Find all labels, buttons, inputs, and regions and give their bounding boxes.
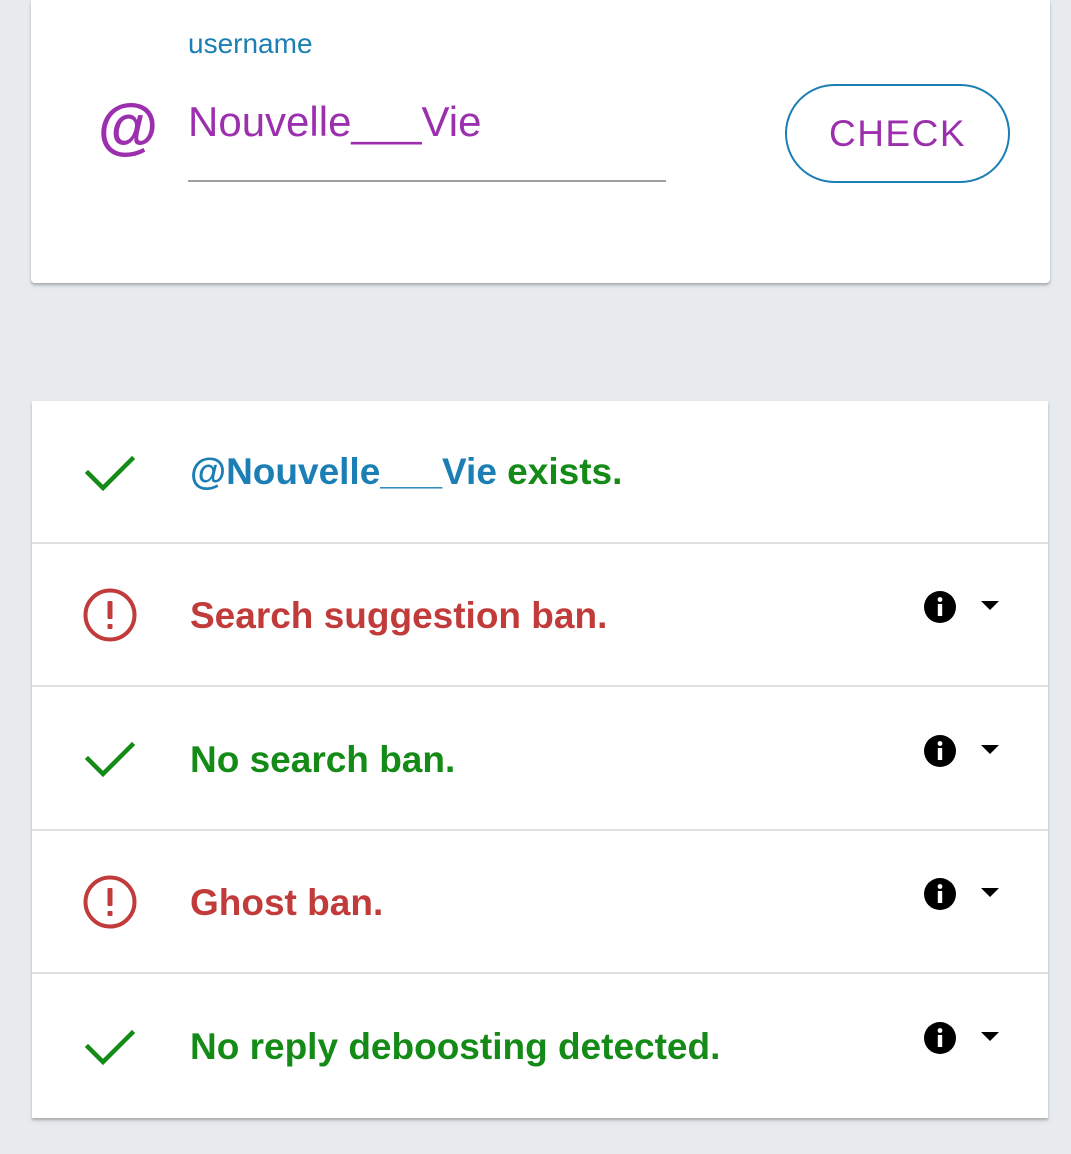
result-row-search-ban[interactable]: No search ban. [32, 688, 1048, 831]
result-row-search-suggestion-ban[interactable]: Search suggestion ban. [32, 544, 1048, 687]
info-icon[interactable] [923, 877, 957, 911]
result-row-exists: @Nouvelle___Vie exists. [32, 401, 1048, 544]
at-sign-icon: @ [96, 93, 158, 162]
info-icon[interactable] [923, 1021, 957, 1055]
chevron-down-icon[interactable] [980, 600, 1000, 612]
info-icon[interactable] [923, 590, 957, 624]
results-card: @Nouvelle___Vie exists. Search suggestio… [32, 401, 1048, 1118]
exists-suffix: exists. [496, 451, 623, 492]
result-label: No search ban. [190, 739, 456, 780]
result-label: Search suggestion ban. [190, 595, 608, 636]
username-input[interactable] [188, 92, 666, 182]
check-button[interactable]: CHECK [785, 84, 1010, 183]
info-icon[interactable] [923, 734, 957, 768]
chevron-down-icon[interactable] [980, 887, 1000, 899]
check-icon [84, 1029, 136, 1066]
username-form-card: username @ CHECK [31, 0, 1050, 283]
result-label: No reply deboosting detected. [190, 1026, 721, 1067]
username-handle: @Nouvelle___Vie [190, 451, 497, 492]
alert-circle-icon [83, 588, 137, 642]
chevron-down-icon[interactable] [980, 1031, 1000, 1043]
result-row-reply-deboosting[interactable]: No reply deboosting detected. [32, 975, 1048, 1118]
check-icon [84, 455, 136, 492]
chevron-down-icon[interactable] [980, 744, 1000, 756]
result-label: Ghost ban. [190, 882, 384, 923]
check-icon [84, 741, 136, 778]
result-row-ghost-ban[interactable]: Ghost ban. [32, 831, 1048, 974]
username-label: username [188, 28, 313, 59]
alert-circle-icon [83, 875, 137, 929]
result-text-exists: @Nouvelle___Vie exists. [190, 451, 622, 493]
